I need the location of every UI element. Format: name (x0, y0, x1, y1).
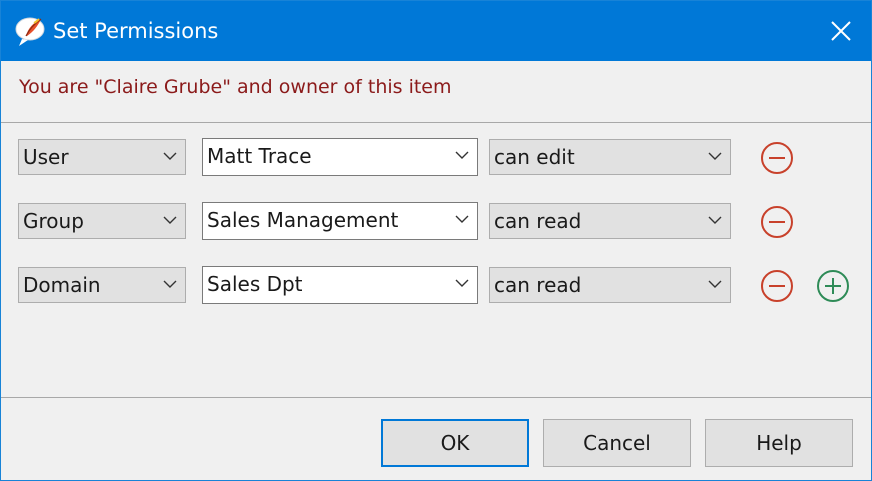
owner-message: You are "Claire Grube" and owner of this… (19, 76, 452, 98)
row-1-type-select[interactable]: User (18, 139, 186, 175)
close-button[interactable] (811, 1, 871, 61)
add-row-icon[interactable] (816, 269, 850, 303)
row-3-principal-select[interactable]: Sales Dpt (202, 266, 478, 304)
app-feather-icon (15, 17, 45, 46)
cancel-button[interactable]: Cancel (543, 419, 691, 467)
row-3-permission-select[interactable]: can read (489, 267, 731, 303)
set-permissions-dialog: Set Permissions You are "Claire Grube" a… (0, 0, 872, 481)
row-2-remove-icon[interactable] (760, 205, 794, 239)
title-bar: Set Permissions (1, 1, 871, 61)
row-1-remove-icon[interactable] (760, 141, 794, 175)
divider-bottom (1, 397, 871, 398)
chevron-down-icon (163, 280, 177, 288)
chevron-down-icon (708, 152, 722, 160)
chevron-down-icon (455, 215, 469, 223)
chevron-down-icon (708, 280, 722, 288)
divider-top (1, 122, 871, 123)
row-2-principal-select[interactable]: Sales Management (202, 202, 478, 240)
chevron-down-icon (708, 216, 722, 224)
chevron-down-icon (163, 152, 177, 160)
row-3-type-select[interactable]: Domain (18, 267, 186, 303)
row-2-type-select[interactable]: Group (18, 203, 186, 239)
chevron-down-icon (163, 216, 177, 224)
help-button[interactable]: Help (705, 419, 853, 467)
row-1-principal-select[interactable]: Matt Trace (202, 138, 478, 176)
close-icon (831, 21, 851, 41)
row-2-permission-select[interactable]: can read (489, 203, 731, 239)
window-title: Set Permissions (53, 19, 219, 43)
row-3-remove-icon[interactable] (760, 269, 794, 303)
chevron-down-icon (455, 151, 469, 159)
chevron-down-icon (455, 279, 469, 287)
row-1-permission-select[interactable]: can edit (489, 139, 731, 175)
ok-button[interactable]: OK (381, 419, 529, 467)
